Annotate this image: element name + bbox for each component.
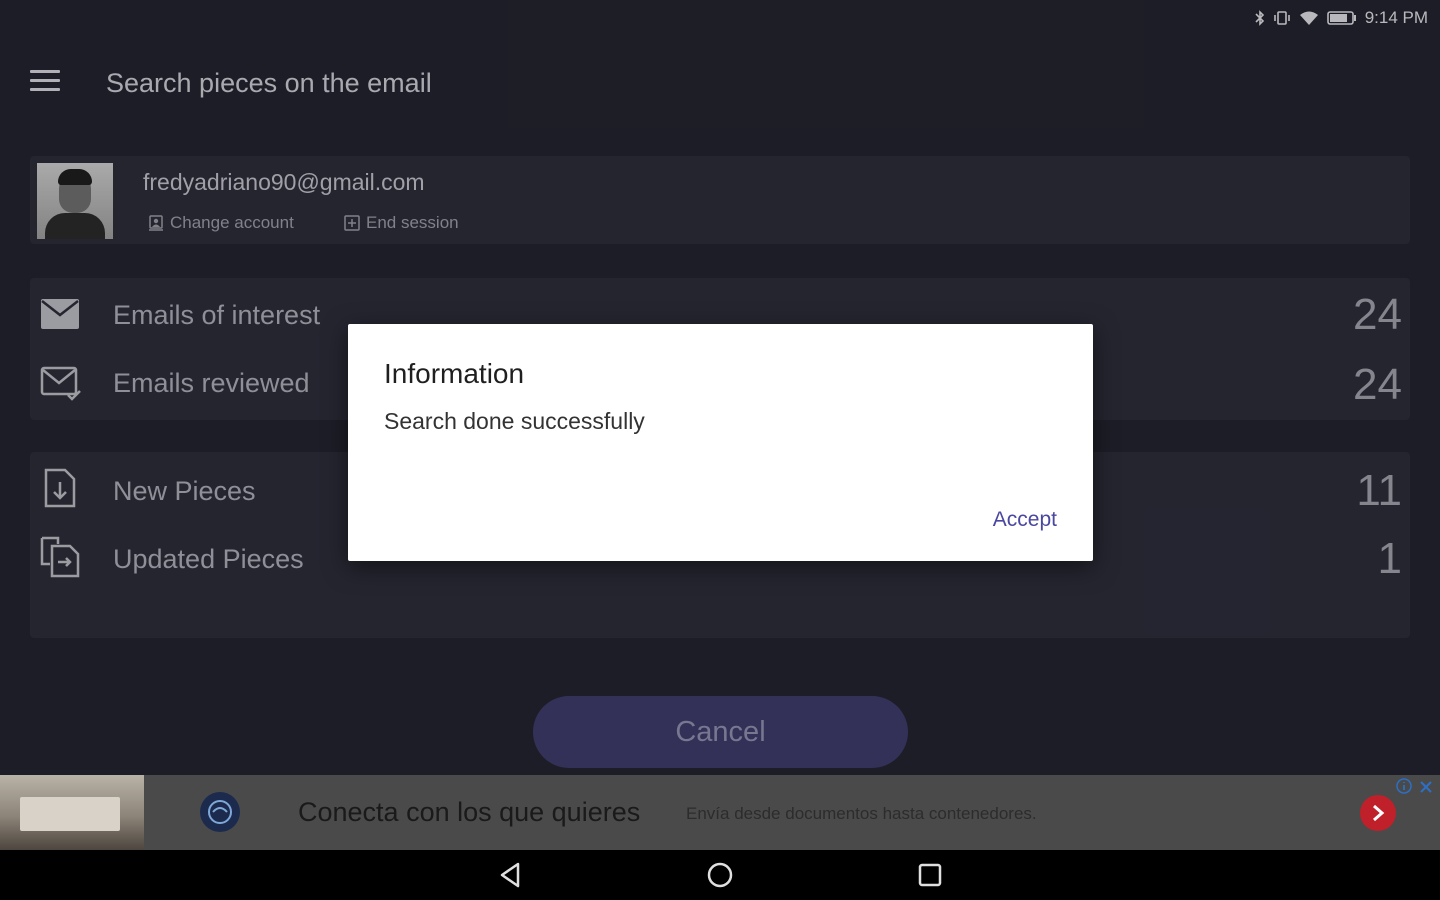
accept-button[interactable]: Accept <box>993 508 1057 532</box>
ad-image <box>0 775 144 850</box>
dialog-title: Information <box>384 358 525 389</box>
ad-headline: Conecta con los que quieres <box>298 797 641 827</box>
ad-logo-icon <box>200 792 240 832</box>
home-icon[interactable] <box>705 860 735 890</box>
ad-cta-button[interactable] <box>1360 795 1396 831</box>
ad-banner[interactable]: Conecta con los que quieres Envía desde … <box>0 775 1440 850</box>
chevron-right-icon <box>1373 804 1385 822</box>
navigation-bar <box>0 850 1440 900</box>
ad-close-icon[interactable] <box>1419 780 1433 794</box>
ad-info-icon[interactable] <box>1396 778 1412 794</box>
recents-icon[interactable] <box>915 860 945 890</box>
app-screen: 9:14 PM Search pieces on the email fredy… <box>0 0 1440 775</box>
information-dialog: Information Search done successfully Acc… <box>348 324 1093 561</box>
dialog-message: Search done successfully <box>384 408 645 434</box>
ad-subtext: Envía desde documentos hasta contenedore… <box>686 804 1037 823</box>
back-icon[interactable] <box>496 860 526 890</box>
